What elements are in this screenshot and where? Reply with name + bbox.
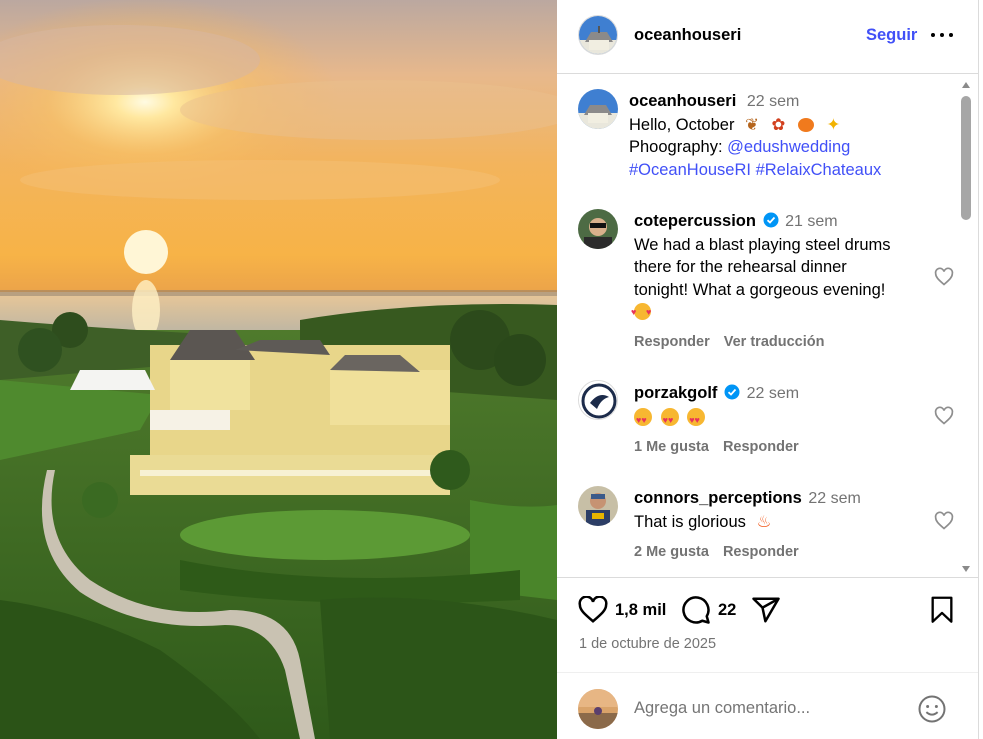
scroll-thumb[interactable] [961,96,971,220]
bookmark-icon[interactable] [929,596,955,629]
hashtag-link-1[interactable]: #OceanHouseRI [629,161,751,179]
sparkles-icon: ✦ [826,115,841,134]
viewer-avatar[interactable] [578,689,618,729]
comment-text-line: tonight! What a gorgeous evening! [634,280,886,299]
more-icon[interactable] [931,24,953,44]
comment-input[interactable] [634,699,894,718]
share-icon[interactable] [751,595,781,630]
likes-count[interactable]: 1,8 mil [615,601,666,620]
heart-eyes-icon: ♥♥ [660,407,679,426]
scroll-up-arrow-icon[interactable] [962,82,970,88]
author-avatar[interactable] [578,15,618,55]
reply-button[interactable]: Responder [723,439,799,455]
reply-button[interactable]: Responder [723,544,799,560]
comment-like-heart-icon[interactable] [934,267,954,287]
comment-actions: 1 Me gusta Responder [634,439,813,455]
comments-count[interactable]: 22 [718,601,736,620]
caption-avatar[interactable] [578,89,618,129]
comment-username[interactable]: porzakgolf [634,384,717,402]
jack-o-lantern-icon [797,117,814,132]
comment-actions: Responder Ver traducción [634,334,838,350]
verified-icon [724,384,740,400]
comment-like-heart-icon[interactable] [934,511,954,531]
comment-like-heart-icon[interactable] [934,406,954,426]
caption-time[interactable]: 22 sem [747,93,799,110]
fallen-leaf-icon: ❦ [745,115,759,134]
comment-likes-count[interactable]: 1 Me gusta [634,439,709,455]
heart-eyes-icon: ♥♥ [687,407,706,426]
verified-icon [763,212,779,228]
comment-username[interactable]: connors_perceptions [634,489,802,507]
hashtag-link-2[interactable]: #RelaixChateaux [756,161,882,179]
smiling-face-with-hearts-icon: ♥ ♥ [631,303,651,320]
follow-button[interactable]: Seguir [866,26,917,45]
caption-username[interactable]: oceanhouseri [629,92,736,110]
instagram-post-modal: oceanhouseri Seguir oceanhouseri 22 sem … [0,0,983,739]
caption-line-1: Hello, October ❦ ✿ ✦ [629,115,841,134]
comment-avatar-porzakgolf[interactable] [578,380,618,420]
comment-text-line: We had a blast playing steel drums [634,235,891,254]
comment-icon[interactable] [681,595,711,630]
mention-link[interactable]: @edushwedding [727,138,850,156]
caption-line-3: #OceanHouseRI #RelaixChateaux [629,159,929,182]
post-photo[interactable] [0,0,557,739]
comment-text: That is glorious [634,512,746,531]
comments-list[interactable]: oceanhouseri 22 sem Hello, October ❦ ✿ ✦… [557,75,978,577]
caption-block: oceanhouseri 22 sem Hello, October ❦ ✿ ✦… [629,90,929,181]
divider [557,577,978,578]
divider [557,672,978,673]
heart-eyes-icon: ♥♥ [634,407,652,426]
post-header: oceanhouseri Seguir [557,0,978,74]
translate-button[interactable]: Ver traducción [724,334,825,350]
scroll-down-arrow-icon[interactable] [962,566,970,572]
post-date[interactable]: 1 de octubre de 2025 [579,636,716,652]
maple-leaf-icon: ✿ [771,115,786,134]
reply-button[interactable]: Responder [634,334,710,350]
comments-scrollbar[interactable] [959,82,971,572]
caption-line-2: Phoography: @edushwedding [629,138,851,156]
comment-cotepercussion: cotepercussion 21 sem We had a blast pla… [631,210,934,324]
comment-username[interactable]: cotepercussion [634,212,756,230]
comment-time[interactable]: 22 sem [747,385,799,402]
comment-porzakgolf: porzakgolf 22 sem ♥♥ ♥♥ ♥♥ [634,382,934,429]
comment-avatar-cotepercussion[interactable] [578,209,618,249]
comment-likes-count[interactable]: 2 Me gusta [634,544,709,560]
comment-time[interactable]: 22 sem [808,490,860,507]
ocean-house-photo [0,0,557,739]
author-username[interactable]: oceanhouseri [634,26,741,45]
fire-icon: ♨ [756,512,772,531]
emoji-icon[interactable] [917,694,947,729]
like-heart-icon[interactable] [578,595,608,629]
comment-text-line: there for the rehearsal dinner [634,258,847,276]
comment-connors_perceptions: connors_perceptions 22 sem That is glori… [634,487,954,533]
post-sidebar: oceanhouseri Seguir oceanhouseri 22 sem … [557,0,983,739]
comment-actions: 2 Me gusta Responder [634,544,813,560]
comment-avatar-connors_perceptions[interactable] [578,486,618,526]
comment-time[interactable]: 21 sem [785,213,837,230]
